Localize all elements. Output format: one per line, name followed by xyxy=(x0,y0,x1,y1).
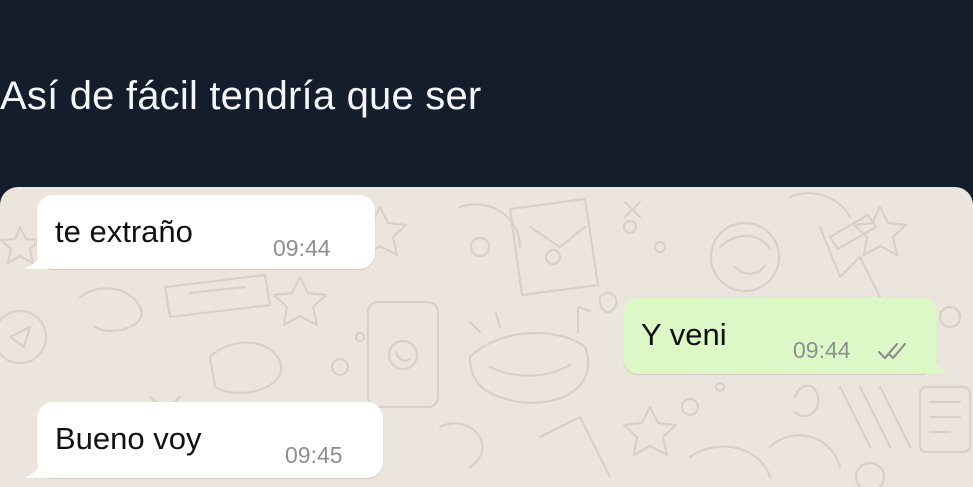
bubble-tail-icon xyxy=(24,251,48,269)
message-timestamp: 09:44 xyxy=(793,337,851,363)
message-timestamp: 09:45 xyxy=(285,442,343,468)
message-bubble-outgoing[interactable]: Y veni 09:44 xyxy=(623,298,937,374)
message-text: Y veni xyxy=(641,317,727,352)
chat-screenshot: te extraño 09:44 Y veni 09:44 Bueno voy … xyxy=(0,187,973,487)
message-text: te extraño xyxy=(55,214,193,249)
post-caption: Así de fácil tendría que ser xyxy=(0,74,482,118)
double-check-icon xyxy=(877,342,907,360)
message-bubble-incoming[interactable]: Bueno voy 09:45 xyxy=(37,402,383,478)
message-timestamp: 09:44 xyxy=(273,235,331,261)
message-bubble-incoming[interactable]: te extraño 09:44 xyxy=(37,195,375,269)
message-text: Bueno voy xyxy=(55,421,202,456)
bubble-tail-icon xyxy=(24,460,48,478)
bubble-tail-icon xyxy=(926,356,950,374)
